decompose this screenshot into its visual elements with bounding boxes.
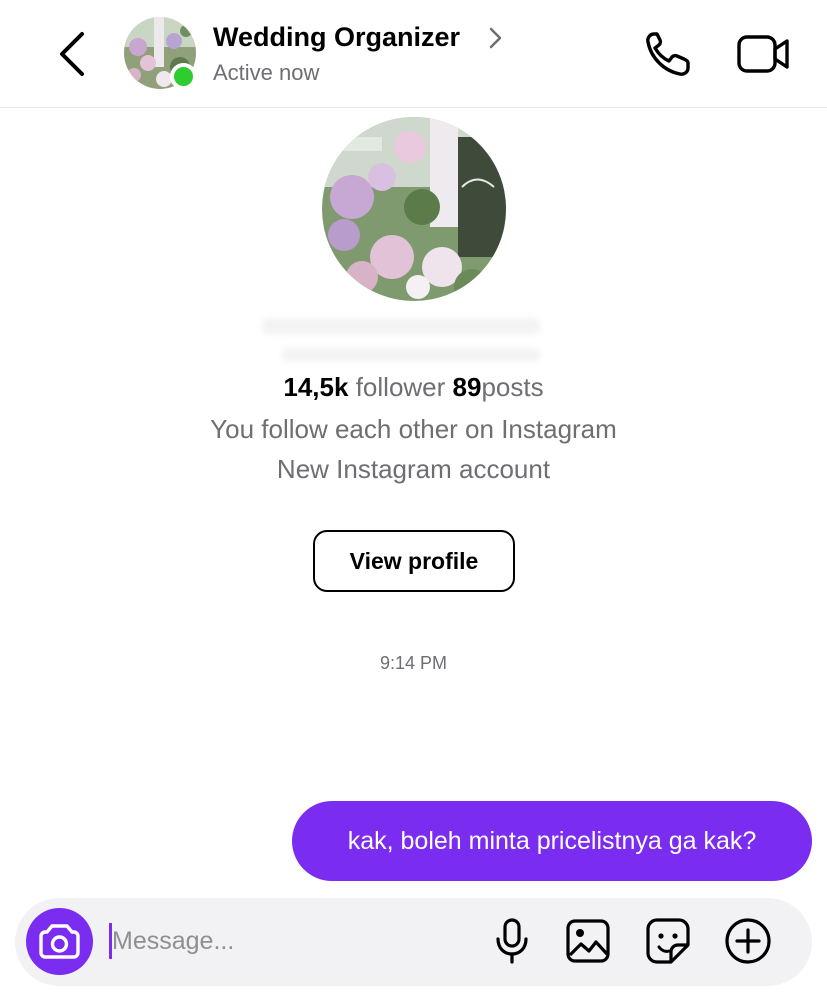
video-call-button[interactable] bbox=[736, 30, 792, 78]
gallery-button[interactable] bbox=[565, 918, 611, 964]
blurred-username bbox=[262, 318, 540, 334]
back-button[interactable] bbox=[50, 30, 94, 78]
message-timestamp: 9:14 PM bbox=[379, 653, 448, 673]
chevron-left-icon bbox=[60, 32, 84, 76]
sent-message-bubble[interactable]: kak, boleh minta pricelistnya ga kak? bbox=[292, 801, 812, 881]
profile-avatar-large[interactable] bbox=[322, 117, 506, 301]
sticker-icon bbox=[646, 918, 690, 964]
follower-label: follower bbox=[355, 372, 446, 402]
image-icon bbox=[566, 919, 610, 963]
chevron-right-icon[interactable] bbox=[487, 25, 505, 51]
voice-message-button[interactable] bbox=[492, 917, 532, 965]
online-status-dot bbox=[170, 63, 197, 90]
camera-icon bbox=[39, 924, 80, 959]
video-camera-icon bbox=[737, 35, 789, 73]
phone-icon bbox=[646, 32, 690, 76]
message-input[interactable] bbox=[112, 918, 472, 964]
posts-label: posts bbox=[481, 372, 544, 402]
chat-header: Wedding Organizer Active now bbox=[0, 0, 827, 108]
dm-chat-screen: Wedding Organizer Active now 14,5k follo… bbox=[0, 0, 827, 995]
camera-button[interactable] bbox=[26, 908, 93, 975]
sticker-button[interactable] bbox=[645, 917, 691, 965]
audio-call-button[interactable] bbox=[640, 28, 694, 82]
profile-stats: 14,5k follower 89posts bbox=[0, 372, 827, 403]
post-count: 89 bbox=[452, 372, 482, 402]
more-options-button[interactable] bbox=[724, 917, 772, 965]
account-note: New Instagram account bbox=[276, 454, 551, 484]
active-status: Active now bbox=[213, 60, 320, 85]
view-profile-button[interactable]: View profile bbox=[313, 530, 515, 592]
plus-circle-icon bbox=[725, 918, 771, 964]
microphone-icon bbox=[496, 918, 528, 964]
mutual-follow-text: You follow each other on Instagram bbox=[210, 414, 617, 444]
blurred-fullname bbox=[282, 348, 540, 362]
follower-count: 14,5k bbox=[283, 372, 349, 402]
contact-name[interactable]: Wedding Organizer bbox=[213, 22, 460, 53]
